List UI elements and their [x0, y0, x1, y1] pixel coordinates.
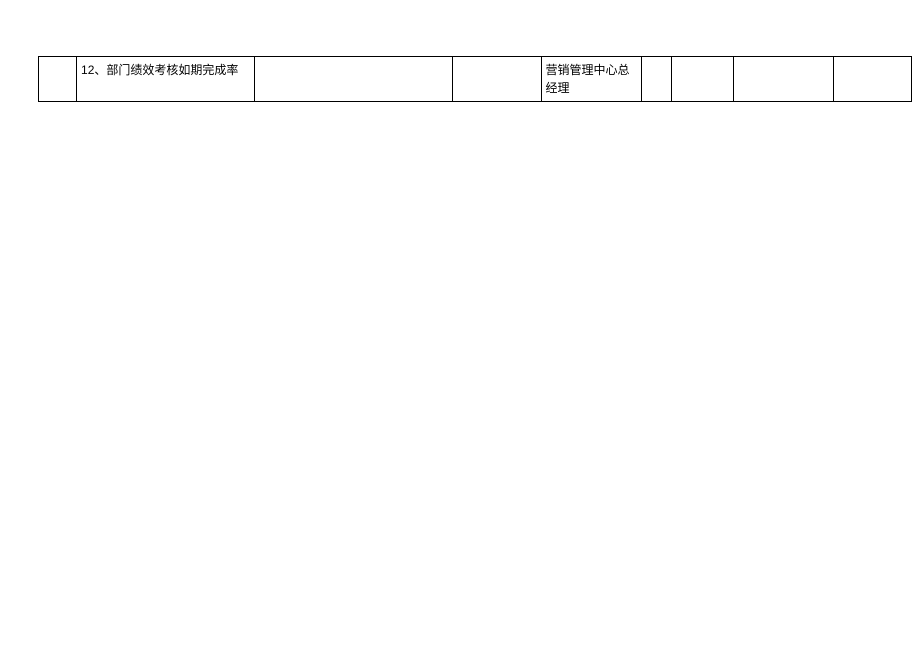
- cell-c4: [453, 57, 541, 102]
- cell-c6: [641, 57, 671, 102]
- cell-c9: [833, 57, 911, 102]
- cell-c7: [671, 57, 733, 102]
- cell-c8: [733, 57, 833, 102]
- cell-c5: 营销管理中心总经理: [541, 57, 641, 102]
- table-row: 12、部门绩效考核如期完成率 营销管理中心总经理: [39, 57, 912, 102]
- cell-c1: [39, 57, 77, 102]
- document-table-container: 12、部门绩效考核如期完成率 营销管理中心总经理: [38, 56, 912, 102]
- cell-c3: [255, 57, 453, 102]
- cell-c2: 12、部门绩效考核如期完成率: [77, 57, 255, 102]
- document-table: 12、部门绩效考核如期完成率 营销管理中心总经理: [38, 56, 912, 102]
